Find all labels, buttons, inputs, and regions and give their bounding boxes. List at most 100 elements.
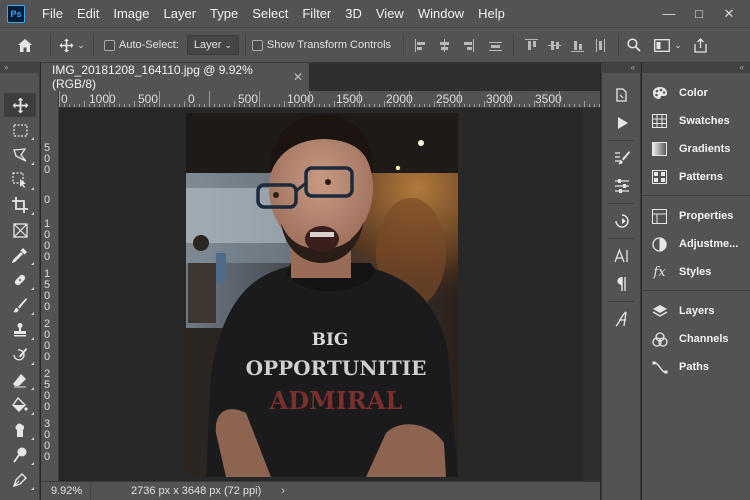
chevron-right-icon[interactable]: › [281, 485, 285, 497]
ruler-tick [364, 104, 365, 107]
share-icon[interactable] [689, 37, 711, 53]
chevron-down-icon[interactable]: ⌄ [673, 40, 683, 51]
workspace-icon[interactable] [651, 38, 673, 52]
panel-swatches[interactable]: Swatches [642, 107, 750, 135]
menu-layer[interactable]: Layer [157, 0, 204, 27]
ruler-tick [534, 101, 535, 107]
eyedropper-tool[interactable] [4, 243, 36, 267]
menu-window[interactable]: Window [411, 0, 471, 27]
glyphs-panel-icon[interactable] [602, 305, 642, 333]
chevron-down-icon[interactable]: ⌄ [75, 40, 87, 51]
actions-panel-icon[interactable] [602, 109, 642, 137]
menu-view[interactable]: View [369, 0, 411, 27]
brush-settings-panel-icon[interactable] [602, 144, 642, 172]
panel-label: Adjustme... [679, 238, 739, 250]
distribute-icon[interactable] [489, 39, 503, 52]
panel-layers[interactable]: Layers [642, 297, 750, 325]
minimize-button[interactable]: — [654, 6, 684, 21]
panel-group-layers: Layers Channels Paths [642, 291, 750, 385]
brush-tool[interactable] [4, 293, 36, 317]
healing-brush-tool[interactable] [4, 268, 36, 292]
align-bottom-icon[interactable] [571, 39, 585, 52]
maximize-button[interactable]: □ [684, 6, 714, 21]
panel-channels[interactable]: Channels [642, 325, 750, 353]
pen-icon [12, 473, 27, 488]
crop-tool[interactable] [4, 193, 36, 217]
frame-tool[interactable] [4, 218, 36, 242]
home-icon[interactable] [14, 38, 36, 53]
panel-adjustments[interactable]: Adjustme... [642, 230, 750, 258]
ruler-tick [579, 104, 580, 107]
paragraph-panel-icon[interactable] [602, 270, 642, 298]
show-transform-checkbox[interactable] [251, 39, 263, 51]
menu-help[interactable]: Help [471, 0, 512, 27]
auto-select-checkbox[interactable] [104, 39, 115, 51]
align-left-icon[interactable] [415, 38, 428, 52]
paint-bucket-tool[interactable] [4, 393, 36, 417]
bandage-icon [14, 274, 26, 286]
shirt-text-admiral: ADMIRAL [269, 386, 403, 415]
vertical-scrollbar[interactable] [583, 108, 600, 481]
auto-select-label: Auto-Select: [119, 39, 179, 51]
dodge-tool[interactable] [4, 443, 36, 467]
panel-gradients[interactable]: Gradients [642, 135, 750, 163]
document-image[interactable]: BIG OPPORTUNITIE ADMIRAL [186, 113, 458, 477]
align-middle-icon[interactable] [548, 39, 562, 52]
menu-3d[interactable]: 3D [338, 0, 369, 27]
canvas-area[interactable]: BIG OPPORTUNITIE ADMIRAL [59, 108, 600, 481]
gradient-icon [651, 141, 668, 158]
panel-paths[interactable]: Paths [642, 353, 750, 381]
ruler-tick-label: 0 [43, 351, 51, 363]
panel-styles[interactable]: fx Styles [642, 258, 750, 286]
photoshop-logo[interactable]: Ps [7, 4, 25, 23]
ruler-tick [159, 91, 160, 107]
ruler-tick [269, 104, 270, 107]
align-center-icon[interactable] [438, 38, 451, 52]
menu-edit[interactable]: Edit [70, 0, 106, 27]
smudge-tool[interactable] [4, 418, 36, 442]
close-icon[interactable]: ✕ [293, 70, 303, 84]
clone-stamp-tool[interactable] [4, 318, 36, 342]
history-brush-tool[interactable] [4, 343, 36, 367]
marquee-tool[interactable] [4, 118, 36, 142]
move-tool-preset-icon[interactable] [57, 38, 75, 53]
distribute-vertical-icon[interactable] [594, 38, 607, 52]
menu-image[interactable]: Image [106, 0, 156, 27]
ruler-tick [209, 91, 210, 107]
vertical-ruler[interactable]: 500010001500200025003000 [41, 91, 59, 481]
adjustment-presets-panel-icon[interactable] [602, 172, 642, 200]
move-tool[interactable] [4, 93, 36, 117]
close-button[interactable]: ✕ [714, 6, 744, 22]
panel-patterns[interactable]: Patterns [642, 163, 750, 191]
ruler-tick [124, 104, 125, 107]
character-panel-icon[interactable] [602, 242, 642, 270]
align-top-icon[interactable] [525, 38, 539, 52]
eraser-tool[interactable] [4, 368, 36, 392]
menu-file[interactable]: File [35, 0, 70, 27]
toolbar-collapse-toggle[interactable]: » [0, 63, 40, 73]
ruler-tick [99, 104, 100, 107]
menu-select[interactable]: Select [245, 0, 295, 27]
panel-properties[interactable]: Properties [642, 202, 750, 230]
lasso-tool[interactable] [4, 143, 36, 167]
align-right-icon[interactable] [461, 38, 475, 52]
object-selection-tool[interactable] [4, 168, 36, 192]
ruler-tick [589, 104, 590, 107]
panel-color[interactable]: Color [642, 79, 750, 107]
panels-collapse-toggle[interactable]: « [642, 63, 750, 73]
ruler-tick [334, 101, 335, 107]
document-tab[interactable]: IMG_20181208_164110.jpg @ 9.92% (RGB/8) … [41, 63, 309, 91]
menu-type[interactable]: Type [203, 0, 245, 27]
zoom-level[interactable]: 9.92% [41, 481, 91, 500]
search-icon[interactable] [625, 38, 643, 52]
pen-tool[interactable] [4, 468, 36, 492]
ruler-tick [379, 104, 380, 107]
clone-source-panel-icon[interactable] [602, 207, 642, 235]
panel-group-color: Color Swatches Gradients Patterns [642, 73, 750, 196]
auto-select-target-dropdown[interactable]: Layer ⌄ [186, 35, 239, 55]
stamp-icon [14, 323, 26, 337]
history-panel-icon[interactable] [602, 81, 642, 109]
menu-filter[interactable]: Filter [295, 0, 338, 27]
iconcol-collapse-toggle[interactable]: « [601, 63, 641, 73]
horizontal-ruler[interactable]: 0 1000 500 0 500 1000 1500 2000 2500 300… [59, 91, 600, 108]
